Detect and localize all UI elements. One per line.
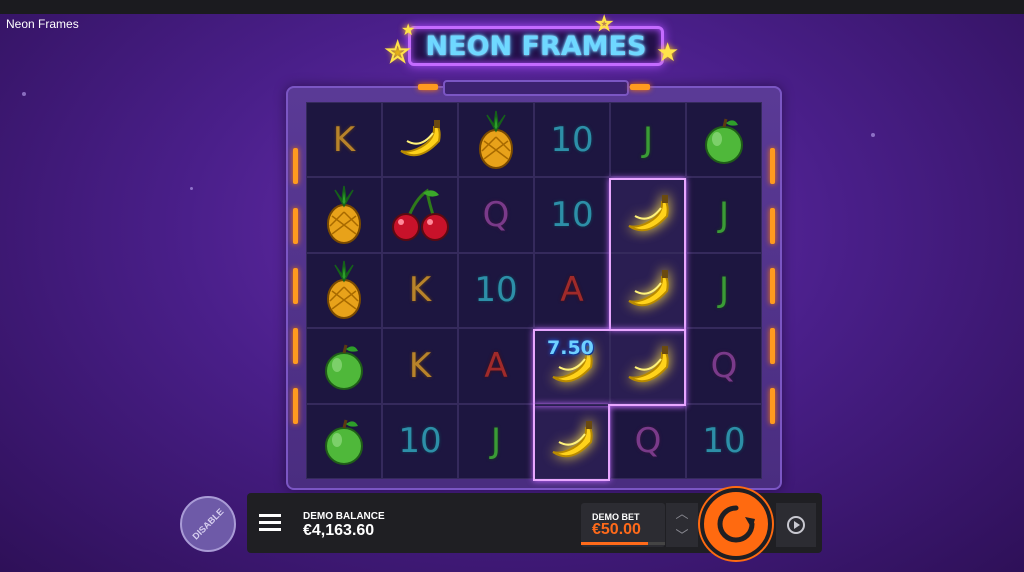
- symbol-10: 10: [382, 403, 458, 479]
- pineapple-symbol: [306, 177, 382, 253]
- balance-value: €4,163.60: [303, 522, 375, 539]
- frame-light: [293, 268, 298, 304]
- apple-symbol: [686, 102, 762, 178]
- menu-icon-line: [259, 528, 281, 531]
- star-icon: ★: [401, 20, 416, 39]
- symbol-q: Q: [458, 177, 534, 253]
- autoplay-icon: [787, 516, 805, 534]
- frame-light: [770, 268, 775, 304]
- banana-symbol: [382, 102, 458, 178]
- symbol-k: K: [382, 328, 458, 404]
- frame-light: [770, 208, 775, 244]
- pineapple-symbol: [306, 252, 382, 329]
- spin-button[interactable]: [700, 488, 772, 560]
- frame-light: [293, 328, 298, 364]
- background-sparkle: [190, 187, 193, 190]
- win-amount-label: 7.50: [547, 337, 594, 359]
- frame-light: [770, 148, 775, 184]
- pineapple-symbol: [458, 102, 534, 178]
- symbol-a: A: [458, 328, 534, 404]
- symbol-j: J: [686, 177, 762, 253]
- symbol-k: K: [382, 252, 458, 329]
- bet-stepper: ︿ ﹀: [666, 503, 698, 547]
- symbol-j: J: [458, 403, 534, 479]
- bet-increase-button[interactable]: ︿: [675, 508, 688, 521]
- apple-symbol: [306, 403, 382, 479]
- reel-frame-top-cap: [443, 80, 629, 96]
- symbol-k: K: [306, 102, 382, 178]
- frame-light: [630, 84, 650, 90]
- symbol-q: Q: [610, 403, 686, 479]
- star-icon: ★: [385, 37, 410, 69]
- banana-symbol: [534, 403, 610, 479]
- background-sparkle: [22, 92, 26, 96]
- symbol-10: 10: [534, 177, 610, 253]
- bet-value: €50.00: [592, 521, 641, 538]
- game-logo: NEON FRAMES: [408, 26, 664, 66]
- star-icon: ★: [656, 38, 680, 68]
- symbol-q: Q: [686, 328, 762, 404]
- balance-label: DEMO BALANCE: [303, 511, 385, 522]
- menu-icon[interactable]: [259, 514, 281, 532]
- menu-icon-line: [259, 521, 281, 524]
- background-sparkle: [871, 133, 875, 137]
- frame-light: [293, 388, 298, 424]
- reel-grid: K 10 J Q 10 J K 10 A J K A Q 10 J Q 10: [306, 102, 762, 479]
- frame-light: [770, 388, 775, 424]
- browser-top-bar: [0, 0, 1024, 14]
- bet-decrease-button[interactable]: ﹀: [675, 530, 688, 543]
- symbol-j: J: [686, 252, 762, 329]
- symbol-a: A: [534, 252, 610, 329]
- symbol-10: 10: [534, 102, 610, 178]
- banana-symbol: [610, 328, 686, 404]
- autoplay-button[interactable]: [776, 503, 816, 547]
- disable-button[interactable]: DISABLE: [168, 484, 248, 564]
- menu-icon-line: [259, 514, 281, 517]
- banana-symbol: [610, 252, 686, 329]
- star-icon: ★: [596, 13, 612, 34]
- frame-light: [293, 208, 298, 244]
- bet-level-fill: [581, 542, 649, 545]
- frame-light: [418, 84, 438, 90]
- apple-symbol: [306, 328, 382, 404]
- spin-icon: [717, 505, 755, 543]
- frame-light: [770, 328, 775, 364]
- symbol-10: 10: [458, 252, 534, 329]
- cherry-symbol: [382, 177, 458, 253]
- frame-light: [293, 148, 298, 184]
- symbol-j: J: [610, 102, 686, 178]
- banana-symbol: [610, 177, 686, 253]
- window-title: Neon Frames: [6, 17, 79, 31]
- symbol-10: 10: [686, 403, 762, 479]
